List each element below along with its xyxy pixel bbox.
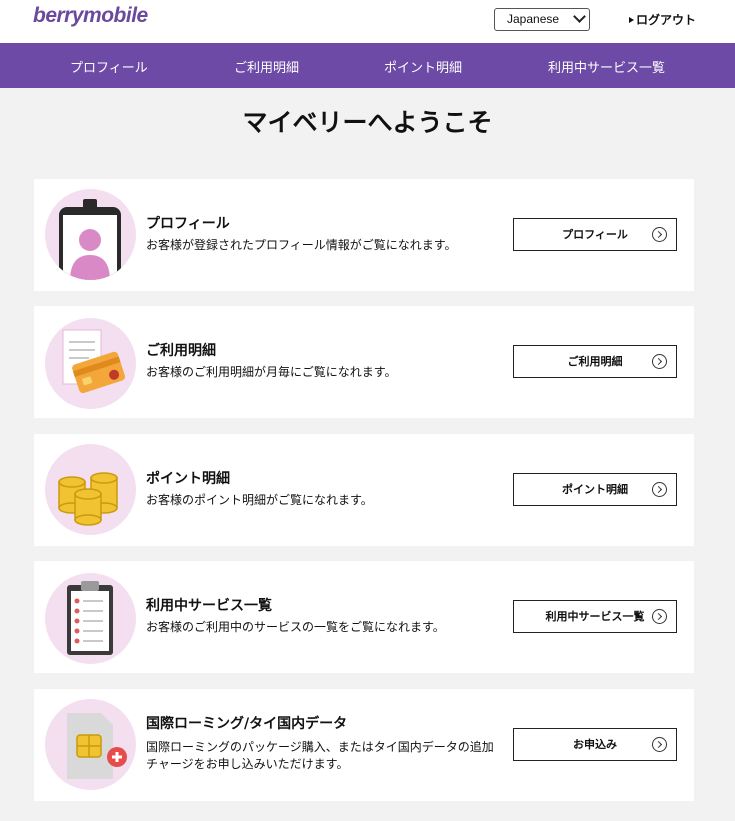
card-point-description: お客様のポイント明細がご覧になれます。 (146, 493, 373, 507)
card-services-heading: 利用中サービス一覧 (146, 598, 272, 614)
site-header: berrymobile Japanese ログアウト (0, 0, 735, 43)
nav-item-profile[interactable]: プロフィール (70, 57, 148, 76)
arrow-right-circle-icon (652, 609, 667, 624)
logout-label: ログアウト (636, 13, 697, 27)
arrow-right-circle-icon (652, 737, 667, 752)
services-list-button[interactable]: 利用中サービス一覧 (513, 600, 677, 633)
card-services-description: お客様のご利用中のサービスの一覧をご覧になれます。 (146, 620, 445, 634)
arrow-right-circle-icon (652, 354, 667, 369)
language-select-value: Japanese (507, 12, 560, 26)
card-usage-description: お客様のご利用明細が月毎にご覧になれます。 (146, 365, 397, 379)
point-details-button-label: ポイント明細 (562, 483, 628, 496)
card-point-heading: ポイント明細 (146, 471, 230, 487)
profile-phone-icon (45, 189, 136, 280)
card-roaming-description: 国際ローミングのパッケージ購入、またはタイ国内データの追加 チャージをお申し込み… (146, 739, 506, 773)
nav-item-point-details[interactable]: ポイント明細 (384, 57, 462, 76)
card-profile: プロフィール お客様が登録されたプロフィール情報がご覧になれます。 プロフィール (34, 179, 694, 291)
gold-coins-icon (45, 444, 136, 535)
apply-button[interactable]: お申込み (513, 728, 677, 761)
usage-details-button-label: ご利用明細 (567, 355, 623, 368)
triangle-right-icon (629, 17, 634, 23)
nav-item-usage-details[interactable]: ご利用明細 (234, 57, 299, 76)
logout-link[interactable]: ログアウト (629, 11, 696, 28)
receipt-card-icon (45, 318, 136, 409)
services-list-button-label: 利用中サービス一覧 (545, 610, 645, 623)
main-nav: プロフィール ご利用明細 ポイント明細 利用中サービス一覧 (0, 43, 735, 88)
page-title: マイベリーへようこそ (242, 108, 493, 137)
point-details-button[interactable]: ポイント明細 (513, 473, 677, 506)
berrymobile-logo[interactable]: berrymobile (33, 4, 148, 28)
sim-card-add-icon (45, 699, 136, 790)
card-roaming-data: 国際ローミング/タイ国内データ 国際ローミングのパッケージ購入、またはタイ国内デ… (34, 689, 694, 801)
card-profile-description: お客様が登録されたプロフィール情報がご覧になれます。 (146, 238, 457, 252)
arrow-right-circle-icon (652, 482, 667, 497)
card-profile-heading: プロフィール (146, 216, 230, 232)
language-select[interactable]: Japanese (494, 8, 590, 31)
card-usage-heading: ご利用明細 (146, 343, 216, 359)
nav-item-services-list[interactable]: 利用中サービス一覧 (548, 57, 665, 76)
card-roaming-description-line1: 国際ローミングのパッケージ購入、またはタイ国内データの追加 (146, 740, 494, 754)
chevron-down-icon (573, 10, 586, 23)
arrow-right-circle-icon (652, 227, 667, 242)
clipboard-checklist-icon (45, 573, 136, 664)
card-point-details: ポイント明細 お客様のポイント明細がご覧になれます。 ポイント明細 (34, 434, 694, 546)
card-services-list: 利用中サービス一覧 お客様のご利用中のサービスの一覧をご覧になれます。 利用中サ… (34, 561, 694, 673)
profile-button[interactable]: プロフィール (513, 218, 677, 251)
usage-details-button[interactable]: ご利用明細 (513, 345, 677, 378)
apply-button-label: お申込み (573, 738, 617, 751)
card-roaming-description-line2: チャージをお申し込みいただけます。 (146, 757, 349, 771)
card-usage-details: ご利用明細 お客様のご利用明細が月毎にご覧になれます。 ご利用明細 (34, 306, 694, 418)
profile-button-label: プロフィール (562, 228, 628, 241)
card-roaming-heading: 国際ローミング/タイ国内データ (146, 716, 348, 732)
